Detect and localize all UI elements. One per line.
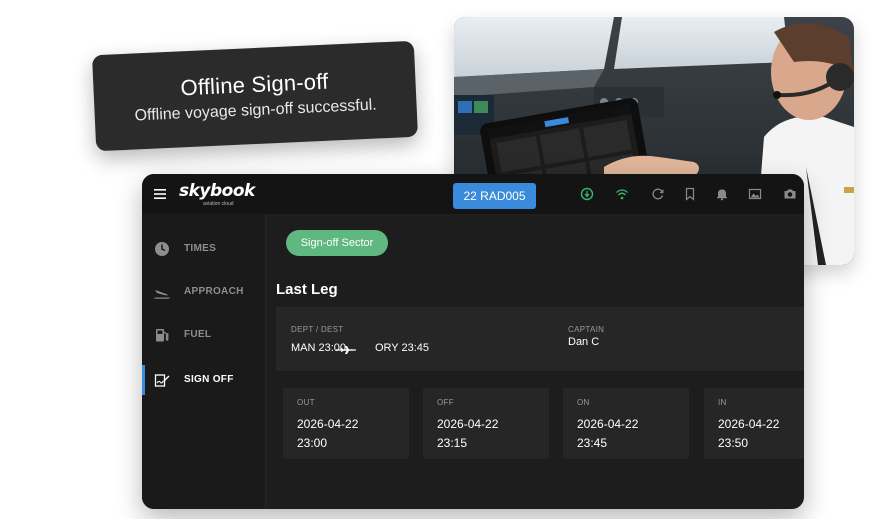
top-bar: skybook aviation cloud 22 RAD005 xyxy=(142,174,804,214)
sidebar-item-label: FUEL xyxy=(184,329,212,340)
brand-logo: skybook aviation cloud xyxy=(179,181,255,207)
fuel-pump-icon xyxy=(156,329,169,342)
gallery-icon[interactable] xyxy=(748,187,762,201)
landing-icon xyxy=(154,290,170,299)
sidebar-item-approach[interactable]: APPROACH xyxy=(142,277,265,307)
time-card-date: 2026-04-22 xyxy=(577,417,639,431)
brand-name: skybook xyxy=(179,181,255,201)
time-card-time: 23:00 xyxy=(297,436,328,450)
skybook-app-window: skybook aviation cloud 22 RAD005 TIMES A… xyxy=(142,174,804,509)
brand-tagline: aviation cloud xyxy=(203,201,234,207)
time-card-time: 23:50 xyxy=(718,436,749,450)
captain-value: Dan C xyxy=(568,336,600,348)
time-card-date: 2026-04-22 xyxy=(437,417,499,431)
time-card-label: IN xyxy=(718,398,727,407)
time-card-label: ON xyxy=(577,398,590,407)
last-leg-panel: DEPT / DEST MAN 23:00 ORY 23:45 CAPTAIN … xyxy=(276,307,804,371)
time-card-label: OFF xyxy=(437,398,454,407)
sidebar-item-sign-off[interactable]: SIGN OFF xyxy=(142,365,265,395)
hamburger-menu-icon[interactable] xyxy=(154,188,166,200)
time-card-label: OUT xyxy=(297,398,315,407)
refresh-icon[interactable] xyxy=(651,187,665,201)
captain-label: CAPTAIN xyxy=(568,325,605,334)
sidebar: TIMES APPROACH FUEL SIGN OFF xyxy=(142,214,266,509)
signature-icon xyxy=(154,374,170,387)
airplane-icon xyxy=(336,346,356,354)
time-card-in: IN 2026-04-22 23:50 xyxy=(704,388,804,459)
sync-status-icon[interactable] xyxy=(580,187,594,201)
time-card-off: OFF 2026-04-22 23:15 xyxy=(423,388,549,459)
clock-icon xyxy=(155,242,169,256)
wifi-icon[interactable] xyxy=(615,187,629,201)
time-card-date: 2026-04-22 xyxy=(718,417,780,431)
destination-value: ORY 23:45 xyxy=(375,342,430,354)
sidebar-item-fuel[interactable]: FUEL xyxy=(142,320,265,350)
time-card-out: OUT 2026-04-22 23:00 xyxy=(283,388,409,459)
bell-icon[interactable] xyxy=(715,187,729,201)
main-content: Sign-off Sector Last Leg DEPT / DEST MAN… xyxy=(266,214,804,509)
sidebar-item-times[interactable]: TIMES xyxy=(142,234,265,264)
time-card-time: 23:45 xyxy=(577,436,608,450)
flight-selector-button[interactable]: 22 RAD005 xyxy=(453,183,536,209)
sign-off-sector-button[interactable]: Sign-off Sector xyxy=(286,230,388,256)
active-indicator xyxy=(142,365,145,395)
time-card-time: 23:15 xyxy=(437,436,468,450)
section-title: Last Leg xyxy=(276,281,338,298)
sidebar-item-label: APPROACH xyxy=(184,286,244,297)
time-card-date: 2026-04-22 xyxy=(297,417,359,431)
sidebar-item-label: SIGN OFF xyxy=(184,374,234,385)
offline-signoff-toast: Offline Sign-off Offline voyage sign-off… xyxy=(91,40,419,152)
time-card-on: ON 2026-04-22 23:45 xyxy=(563,388,689,459)
sidebar-item-label: TIMES xyxy=(184,243,217,254)
route-label: DEPT / DEST xyxy=(291,325,344,334)
camera-icon[interactable] xyxy=(783,187,797,201)
bookmark-icon[interactable] xyxy=(683,187,697,201)
